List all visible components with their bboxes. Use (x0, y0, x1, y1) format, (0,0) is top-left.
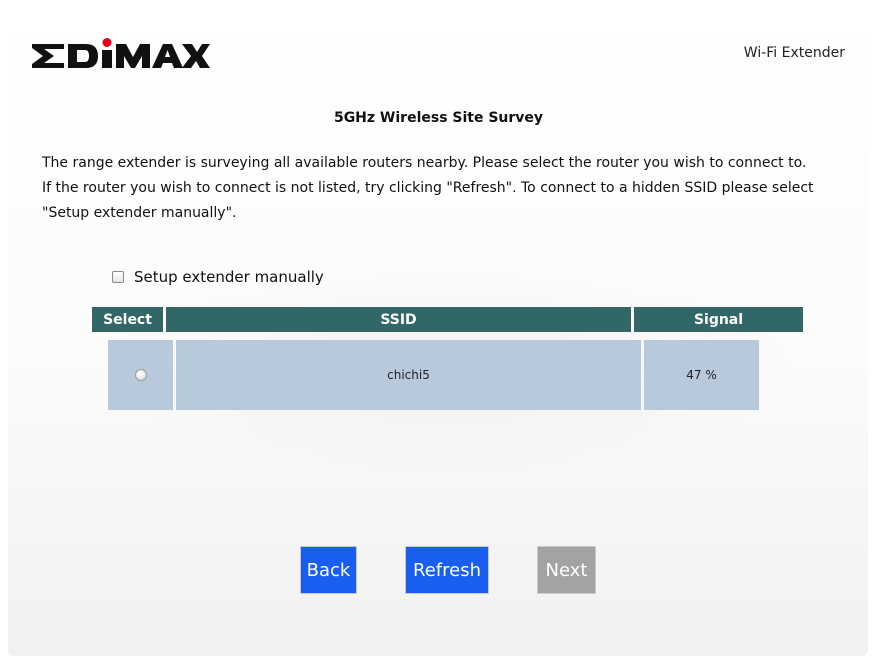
instruction-line: "Setup extender manually". (42, 205, 237, 221)
manual-setup-option[interactable]: Setup extender manually (112, 268, 324, 286)
page-title: 5GHz Wireless Site Survey (333, 110, 544, 126)
product-name: Wi-Fi Extender (743, 45, 845, 61)
instructions: The range extender is surveying all avai… (42, 151, 862, 226)
refresh-button[interactable]: Refresh (405, 546, 489, 594)
router-select-radio[interactable] (134, 369, 147, 381)
column-header-select: Select (92, 307, 163, 332)
instruction-line: If the router you wish to connect is not… (42, 180, 814, 196)
instruction-line: The range extender is surveying all avai… (42, 155, 807, 171)
table-row-select-cell (108, 340, 173, 410)
table-row-signal-cell: 47 % (644, 340, 759, 410)
manual-setup-checkbox[interactable] (112, 271, 124, 283)
next-button[interactable]: Next (537, 546, 596, 594)
manual-setup-label: Setup extender manually (134, 268, 324, 286)
table-row-ssid-cell: chichi5 (176, 340, 641, 410)
column-header-ssid: SSID (166, 307, 631, 332)
back-button[interactable]: Back (300, 546, 357, 594)
edimax-logo (32, 38, 210, 68)
column-header-signal: Signal (634, 307, 803, 332)
